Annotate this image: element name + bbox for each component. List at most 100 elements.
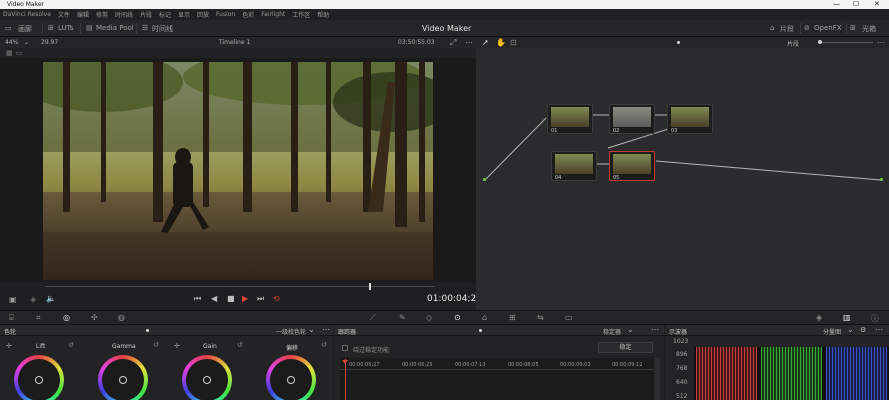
tracker-icon[interactable]: ⊙	[454, 313, 461, 322]
stop-icon[interactable]: ■	[227, 294, 235, 303]
viewer-header: 44% ⌄ 29.97 Timeline 1 03:50:55:03 ⤢ ⋯	[0, 37, 476, 48]
more-options-icon[interactable]: ⋯	[465, 38, 473, 47]
reset-icon[interactable]: ↺	[68, 341, 74, 349]
zoom-icon[interactable]: ⊡	[510, 38, 517, 47]
menu-item[interactable]: 编辑	[77, 10, 89, 19]
node-02[interactable]: 02	[609, 104, 655, 134]
media-pool-button[interactable]: Media Pool	[96, 24, 134, 32]
go-to-start-icon[interactable]: ⏮	[194, 294, 201, 304]
hand-icon[interactable]: ✋	[496, 38, 506, 47]
play-icon[interactable]: ▶	[242, 294, 248, 303]
lift-wheel[interactable]	[14, 355, 64, 400]
pointer-icon[interactable]: ➚	[482, 38, 489, 47]
zoom-select[interactable]: 44%	[5, 39, 18, 46]
curves-icon[interactable]: ⟋	[370, 313, 376, 323]
tracker-playhead[interactable]	[345, 359, 346, 400]
scrub-track[interactable]	[45, 286, 435, 287]
magic-mask-icon[interactable]: ⌂	[482, 313, 487, 322]
node-01[interactable]: 01	[547, 104, 593, 134]
color-wheels-icon[interactable]: ◎	[63, 313, 70, 322]
tracker-graph[interactable]	[340, 358, 654, 400]
node-03[interactable]: 03	[667, 104, 713, 134]
more-options-icon[interactable]: ⋯	[651, 325, 659, 334]
more-options-icon[interactable]: ⋯	[322, 325, 330, 334]
menu-item[interactable]: 回放	[197, 10, 209, 19]
picker-icon[interactable]: ✛	[174, 342, 180, 350]
menu-item[interactable]: 片段	[140, 10, 152, 19]
info-icon[interactable]: ⓘ	[871, 313, 879, 324]
menu-item[interactable]: Fairlight	[261, 11, 285, 18]
viewer-timecode: 01:00:04;22	[427, 294, 482, 304]
split-screen-icon[interactable]: ▭	[16, 49, 23, 57]
loop-icon[interactable]: ⟲	[273, 294, 280, 303]
maximize-button[interactable]: ☐	[853, 0, 859, 9]
offset-wheel[interactable]	[266, 355, 316, 400]
node-graph[interactable]: 01 02 03 04 05	[476, 48, 889, 310]
scope-mode-select[interactable]: 分量图	[823, 327, 841, 336]
more-options-icon[interactable]: ⋯	[875, 325, 883, 334]
wheel-mode-select[interactable]: 一级校色轮	[276, 327, 306, 336]
picker-icon[interactable]: ✛	[6, 342, 12, 350]
clips-icon: ⌂	[770, 24, 775, 32]
blur-icon[interactable]: ⊞	[509, 313, 516, 322]
window-icon[interactable]: ◇	[426, 313, 432, 322]
node-zoom-slider[interactable]	[818, 42, 873, 43]
bypass-label: 绕过稳定功能	[353, 347, 390, 354]
ruler-label: 00:00:09:03	[560, 362, 591, 368]
node-04[interactable]: 04	[551, 151, 597, 181]
timeline-button[interactable]: 时间线	[152, 24, 173, 34]
luts-button[interactable]: LUTs	[58, 24, 73, 32]
menu-item[interactable]: 帮助	[317, 10, 329, 19]
clips-button[interactable]: 片段	[780, 24, 794, 34]
bypass-checkbox[interactable]	[342, 345, 348, 351]
menu-item[interactable]: Fusion	[216, 11, 235, 18]
menu-item[interactable]: 色彩	[242, 10, 254, 19]
fullscreen-icon[interactable]: ⤢	[450, 38, 456, 48]
menu-item[interactable]: 时间线	[115, 10, 133, 19]
tracker-scrollbar[interactable]	[654, 358, 660, 400]
timeline-name[interactable]: Timeline 1	[219, 39, 250, 46]
motion-effects-icon[interactable]: ◍	[118, 313, 125, 322]
play-reverse-icon[interactable]: ◀	[211, 294, 217, 303]
menu-item[interactable]: DaVinci Resolve	[3, 11, 51, 18]
viewer-layout-icon[interactable]: ▦	[6, 49, 13, 57]
audio-icon[interactable]: ◈	[30, 295, 36, 304]
rgb-mixer-icon[interactable]: ✣	[91, 313, 98, 322]
menu-item[interactable]: 显示	[178, 10, 190, 19]
gamma-wheel[interactable]	[98, 355, 148, 400]
playhead[interactable]	[369, 283, 371, 290]
lightbox-button[interactable]: 光箱	[862, 24, 876, 34]
menu-item[interactable]: 工作区	[292, 10, 310, 19]
close-button[interactable]: ✕	[874, 0, 880, 9]
camera-raw-icon[interactable]: ⌸	[9, 313, 14, 323]
tracker-mode-select[interactable]: 稳定器	[603, 327, 621, 336]
reset-icon[interactable]: ↺	[153, 341, 159, 349]
more-options-icon[interactable]: ⋯	[877, 38, 885, 47]
scope-settings-icon[interactable]: ⚙	[860, 326, 866, 334]
viewer-mode-icon[interactable]: ▣	[9, 295, 17, 304]
node-05[interactable]: 05	[609, 151, 655, 181]
openfx-button[interactable]: OpenFX	[814, 24, 842, 32]
stabilize-button[interactable]: 稳定	[598, 342, 653, 353]
menu-item[interactable]: 修剪	[96, 10, 108, 19]
node-label: 01	[551, 128, 558, 134]
qualifier-icon[interactable]: ✎	[399, 313, 406, 322]
scale-label: 1023	[673, 338, 689, 345]
keyframes-icon[interactable]: ◈	[816, 313, 822, 322]
sizing-icon[interactable]: ▭	[565, 313, 573, 322]
volume-icon[interactable]: 🔈	[46, 294, 56, 303]
go-to-end-icon[interactable]: ⏭	[257, 294, 264, 304]
menu-item[interactable]: 文件	[58, 10, 70, 19]
scopes-icon[interactable]: ▥	[843, 313, 851, 322]
color-match-icon[interactable]: ⌗	[36, 313, 41, 323]
scale-label: 512	[676, 393, 688, 400]
gain-wheel[interactable]	[182, 355, 232, 400]
reset-icon[interactable]: ↺	[321, 341, 327, 349]
key-icon[interactable]: ⇆	[537, 313, 544, 322]
reset-icon[interactable]: ↺	[237, 341, 243, 349]
viewer-subbar: ▦ ▭	[0, 48, 476, 58]
minimize-button[interactable]: —	[833, 0, 840, 9]
menu-item[interactable]: 标记	[159, 10, 171, 19]
node-mode-select[interactable]: 片段	[787, 39, 799, 48]
gallery-button[interactable]: 画廊	[18, 24, 32, 34]
